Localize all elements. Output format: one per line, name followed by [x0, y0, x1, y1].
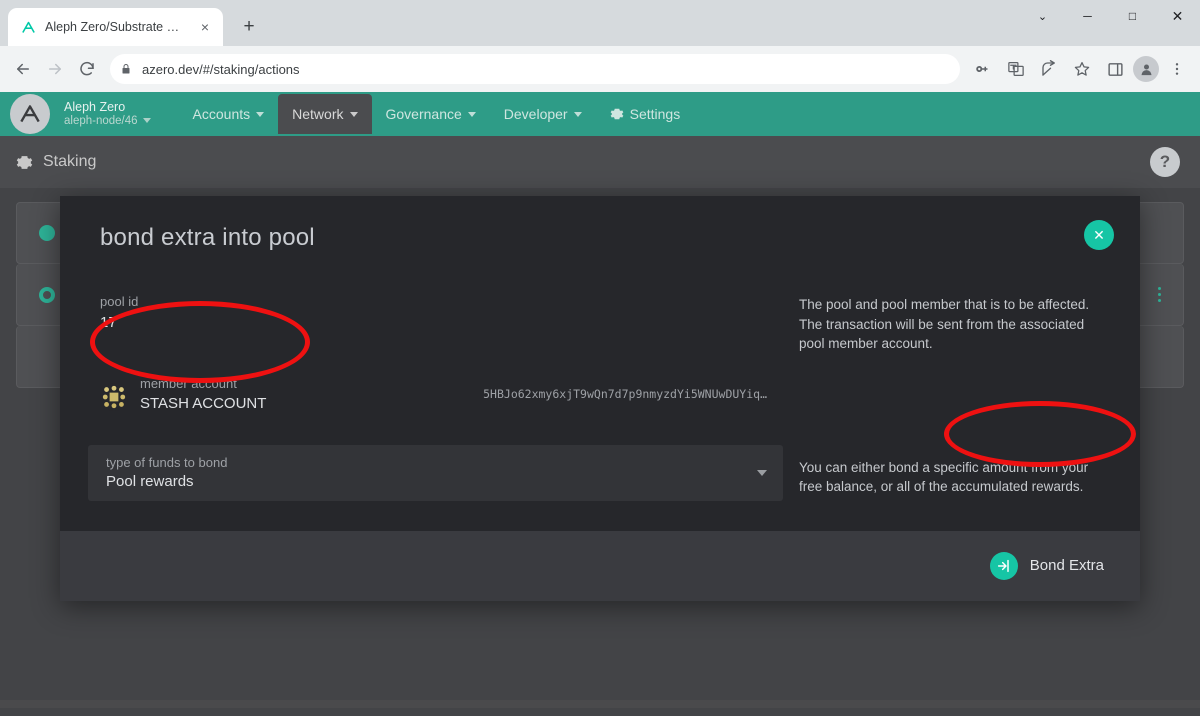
forward-arrow-icon[interactable]	[40, 54, 70, 84]
page-title: Staking	[43, 153, 97, 170]
side-panel-icon[interactable]	[1100, 54, 1130, 84]
minimize-button[interactable]: ─	[1065, 0, 1110, 32]
translate-icon[interactable]	[1001, 54, 1031, 84]
modal-footer: Bond Extra	[60, 530, 1140, 601]
browser-toolbar: azero.dev/#/staking/actions	[0, 46, 1200, 92]
nav-item-settings[interactable]: Settings	[596, 94, 695, 134]
status-ring-icon	[39, 286, 55, 303]
app-navigation-bar: Aleph Zero aleph-node/46 Accounts Networ…	[0, 92, 1200, 136]
taskbar-strip	[0, 700, 1200, 708]
browser-tab[interactable]: Aleph Zero/Substrate Portal ×	[8, 8, 223, 46]
nav-item-network[interactable]: Network	[278, 94, 372, 134]
member-account-address: 5HBJo62xmy6xjT9wQn7d7p9nmyzdYi5WNUwDUYiq…	[483, 387, 767, 402]
chain-name: Aleph Zero	[64, 100, 126, 115]
tab-search-chevron-icon[interactable]: ⌄	[1020, 0, 1065, 32]
modal-title: bond extra into pool	[100, 224, 315, 251]
lock-icon	[120, 63, 132, 75]
pool-id-label: pool id	[100, 294, 139, 309]
bond-extra-button[interactable]: Bond Extra	[989, 551, 1104, 580]
nav-item-label: Developer	[503, 106, 568, 122]
funds-type-select[interactable]: type of funds to bond Pool rewards	[88, 444, 783, 501]
chevron-down-icon	[142, 118, 151, 124]
funds-type-label: type of funds to bond	[106, 454, 228, 470]
sign-in-arrow-icon	[989, 551, 1018, 580]
member-account-value: STASH ACCOUNT	[140, 395, 267, 413]
help-button[interactable]: ?	[1150, 147, 1180, 177]
funds-type-value: Pool rewards	[106, 472, 194, 490]
member-account-label: member account	[140, 375, 237, 391]
chain-node-label: aleph-node/46	[64, 114, 138, 127]
new-tab-button[interactable]: +	[235, 13, 263, 41]
chevron-down-icon	[256, 111, 265, 117]
chevron-down-icon[interactable]	[757, 469, 767, 476]
member-account-field[interactable]: member account STASH ACCOUNT 5HBJo62xmy6…	[88, 370, 783, 419]
toolbar-actions	[968, 54, 1192, 84]
window-controls: ⌄ ─ □ ✕	[1020, 0, 1200, 32]
member-account-row: member account STASH ACCOUNT 5HBJo62xmy6…	[88, 370, 1112, 419]
funds-type-help-text: You can either bond a specific amount fr…	[799, 459, 1089, 495]
browser-window: Aleph Zero/Substrate Portal × + ⌄ ─ □ ✕ …	[0, 0, 1200, 716]
three-dot-menu-icon[interactable]	[1162, 54, 1192, 84]
aleph-zero-logo-icon	[20, 19, 37, 36]
bond-extra-modal: bond extra into pool ✕ pool id 17 The po…	[60, 196, 1140, 601]
bookmark-star-icon[interactable]	[1067, 54, 1097, 84]
tab-title: Aleph Zero/Substrate Portal	[45, 20, 187, 34]
pool-id-help-text: The pool and pool member that is to be a…	[799, 297, 1090, 352]
chevron-down-icon	[467, 111, 476, 117]
address-bar-text[interactable]: azero.dev/#/staking/actions	[142, 62, 300, 77]
nav-item-label: Settings	[629, 106, 681, 122]
close-icon[interactable]: ×	[195, 17, 215, 37]
nav-item-developer[interactable]: Developer	[490, 94, 596, 134]
staking-subheader: Staking ?	[0, 136, 1200, 188]
chevron-down-icon	[349, 111, 358, 117]
aleph-zero-logo-icon[interactable]	[10, 94, 50, 134]
window-close-button[interactable]: ✕	[1155, 0, 1200, 32]
password-key-icon[interactable]	[968, 54, 998, 84]
row-menu-icon[interactable]	[1158, 287, 1161, 302]
chevron-down-icon	[573, 111, 582, 117]
pool-id-field: pool id 17	[88, 286, 783, 339]
chain-node: aleph-node/46	[64, 115, 151, 127]
back-arrow-icon[interactable]	[8, 54, 38, 84]
reload-icon[interactable]	[72, 54, 102, 84]
chain-selector[interactable]: Aleph Zero aleph-node/46	[64, 100, 151, 127]
modal-body: bond extra into pool ✕ pool id 17 The po…	[60, 196, 1140, 531]
share-icon[interactable]	[1034, 54, 1064, 84]
maximize-button[interactable]: □	[1110, 0, 1155, 32]
bond-extra-label: Bond Extra	[1029, 557, 1104, 575]
gear-icon	[610, 107, 624, 121]
close-icon[interactable]: ✕	[1084, 220, 1114, 250]
pool-id-row: pool id 17 The pool and pool member that…	[88, 286, 1112, 354]
nav-item-accounts[interactable]: Accounts	[179, 94, 279, 134]
nav-item-label: Governance	[385, 106, 462, 122]
web-page: Aleph Zero aleph-node/46 Accounts Networ…	[0, 92, 1200, 708]
address-bar[interactable]: azero.dev/#/staking/actions	[110, 54, 960, 84]
nav-item-governance[interactable]: Governance	[372, 94, 490, 134]
browser-titlebar: Aleph Zero/Substrate Portal × + ⌄ ─ □ ✕	[0, 0, 1200, 46]
gear-icon	[16, 154, 33, 171]
pool-id-value: 17	[100, 313, 117, 331]
nav-item-label: Accounts	[192, 106, 251, 122]
nav-item-label: Network	[292, 106, 344, 122]
polkadot-identicon	[100, 383, 128, 412]
status-dot-icon	[39, 225, 55, 241]
funds-type-row: type of funds to bond Pool rewards You c…	[88, 444, 1112, 501]
profile-avatar-icon[interactable]	[1133, 56, 1159, 82]
